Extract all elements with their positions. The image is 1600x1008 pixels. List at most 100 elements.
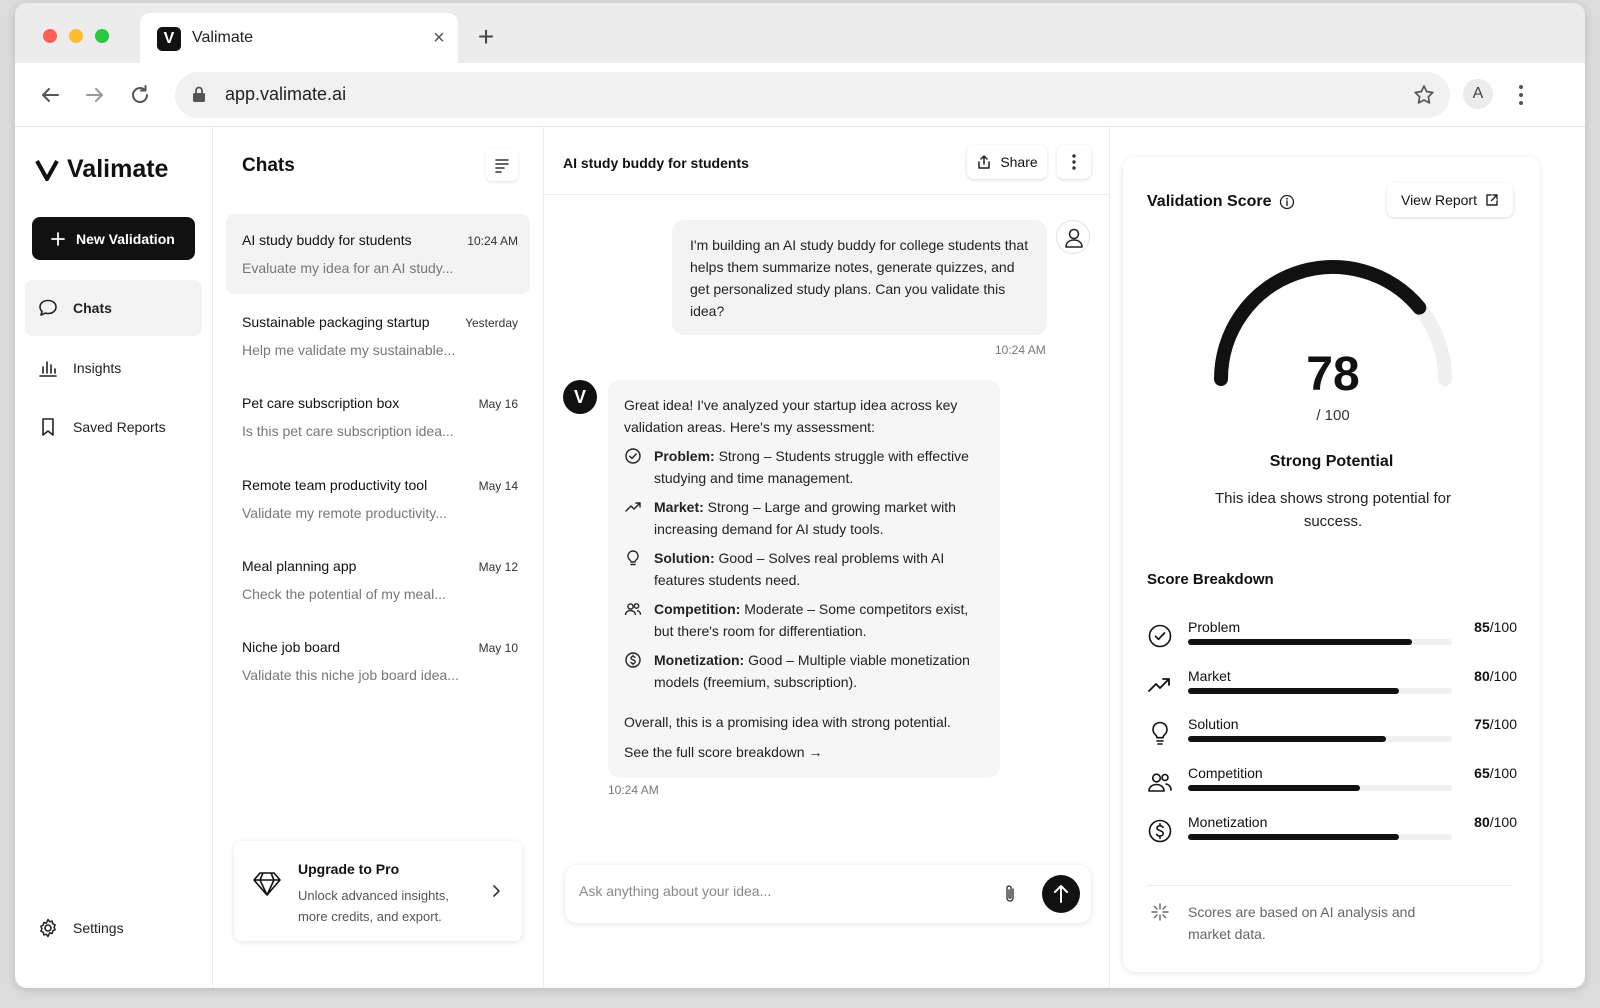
breakdown-row: Market 80/100 — [1147, 664, 1517, 704]
tab-close-icon[interactable]: × — [428, 27, 450, 49]
assessment-label: Market: — [654, 499, 704, 515]
more-vertical-icon — [1072, 154, 1076, 170]
chat-item-time: 10:24 AM — [467, 234, 518, 248]
bookmark-star-icon[interactable] — [1412, 83, 1436, 107]
maximize-window-button[interactable] — [95, 29, 109, 43]
chat-item-time: May 16 — [478, 397, 518, 411]
sidebar-item-settings[interactable]: Settings — [25, 900, 202, 956]
profile-avatar[interactable]: A — [1463, 79, 1493, 109]
breakdown-fill — [1188, 639, 1413, 645]
score-breakdown-link[interactable]: See the full score breakdown → — [624, 741, 984, 763]
forward-arrow-icon[interactable] — [81, 81, 109, 109]
filter-button[interactable] — [486, 149, 518, 181]
browser-toolbar: app.valimate.ai A — [15, 63, 1585, 127]
new-tab-icon[interactable]: + — [473, 23, 499, 51]
bookmark-icon — [37, 416, 59, 438]
send-button[interactable] — [1042, 875, 1080, 913]
breakdown-label: Market — [1188, 668, 1231, 684]
share-label: Share — [1000, 154, 1038, 170]
validation-score-panel: Validation Score View Report 78 / 100 St… — [1123, 157, 1540, 972]
breakdown-fill — [1188, 834, 1400, 840]
validation-score-title: Validation Score — [1147, 193, 1295, 211]
breakdown-row: Solution 75/100 — [1147, 712, 1517, 752]
assessment-item: Solution: Good – Solves real problems wi… — [624, 547, 984, 591]
chat-list-item[interactable]: Niche job board May 10 Validate this nic… — [226, 621, 530, 701]
close-window-button[interactable] — [43, 29, 57, 43]
assessment-label: Monetization: — [654, 652, 745, 668]
chat-list-item[interactable]: Remote team productivity tool May 14 Val… — [226, 459, 530, 539]
sidebar-item-saved-reports[interactable]: Saved Reports — [25, 399, 202, 455]
message-input[interactable] — [579, 883, 979, 899]
plus-icon — [50, 231, 66, 247]
check-circle-icon — [624, 447, 642, 489]
chat-item-title: Meal planning app — [242, 558, 357, 574]
assessment-item: Monetization: Good – Multiple viable mon… — [624, 649, 984, 693]
chat-more-button[interactable] — [1057, 145, 1091, 179]
address-bar[interactable]: app.valimate.ai — [175, 72, 1450, 118]
lock-icon — [191, 85, 207, 103]
users-icon — [1147, 769, 1173, 795]
minimize-window-button[interactable] — [69, 29, 83, 43]
chat-list-item[interactable]: Meal planning app May 12 Check the poten… — [226, 540, 530, 620]
upgrade-card[interactable]: Upgrade to Pro Unlock advanced insights,… — [234, 841, 522, 941]
external-link-icon — [1486, 194, 1498, 206]
back-arrow-icon[interactable] — [36, 81, 64, 109]
breakdown-score: 75/100 — [1474, 716, 1517, 732]
assessment-item: Competition: Moderate – Some competitors… — [624, 598, 984, 642]
divider — [1147, 885, 1513, 886]
trend-up-icon — [1147, 672, 1173, 698]
view-report-button[interactable]: View Report — [1387, 183, 1513, 217]
view-report-label: View Report — [1400, 192, 1477, 208]
browser-tab[interactable]: V Valimate × — [140, 13, 458, 65]
browser-menu-icon[interactable] — [1511, 83, 1531, 107]
breakdown-label: Competition — [1188, 765, 1263, 781]
breakdown-score: 65/100 — [1474, 765, 1517, 781]
score-breakdown-title: Score Breakdown — [1147, 571, 1274, 588]
breakdown-label: Problem — [1188, 619, 1241, 635]
url-text: app.valimate.ai — [225, 84, 347, 104]
gear-icon — [37, 917, 59, 939]
bot-message: Great idea! I've analyzed your startup i… — [608, 380, 1000, 778]
new-validation-button[interactable]: New Validation — [32, 217, 195, 260]
chat-item-title: Remote team productivity tool — [242, 477, 428, 493]
breakdown-track — [1188, 639, 1452, 645]
info-icon[interactable] — [1279, 194, 1295, 210]
breakdown-track — [1188, 785, 1452, 791]
check-circle-icon — [1147, 623, 1173, 649]
bar-chart-icon — [37, 357, 59, 379]
breakdown-track — [1188, 688, 1452, 694]
chat-list-item[interactable]: AI study buddy for students 10:24 AM Eva… — [226, 214, 530, 294]
chat-item-preview: Validate my remote productivity... — [242, 505, 447, 521]
chat-item-time: May 10 — [478, 641, 518, 655]
breakdown-track — [1188, 736, 1452, 742]
user-avatar — [1056, 220, 1090, 254]
chat-item-time: Yesterday — [465, 316, 518, 330]
tab-title: Valimate — [192, 29, 254, 46]
browser-window: V Valimate × + app.valimate.ai A Valimat… — [15, 3, 1585, 988]
lightbulb-icon — [624, 549, 642, 591]
users-icon — [624, 600, 642, 642]
paperclip-icon[interactable] — [1001, 883, 1019, 905]
chat-item-time: May 14 — [478, 479, 518, 493]
logo-text: Valimate — [67, 155, 169, 183]
share-button[interactable]: Share — [967, 145, 1047, 179]
logo-v-icon — [35, 159, 59, 181]
bot-intro: Great idea! I've analyzed your startup i… — [624, 397, 958, 435]
breakdown-label: Monetization — [1188, 814, 1268, 830]
breakdown-fill — [1188, 688, 1400, 694]
message-composer — [565, 865, 1091, 923]
chat-list-item[interactable]: Sustainable packaging startup Yesterday … — [226, 296, 530, 376]
breakdown-row: Monetization 80/100 — [1147, 810, 1517, 850]
settings-label: Settings — [73, 920, 124, 936]
reload-icon[interactable] — [126, 81, 154, 109]
assessment-item: Problem: Strong – Students struggle with… — [624, 445, 984, 489]
sidebar-item-chats[interactable]: Chats — [25, 280, 202, 336]
breakdown-row: Competition 65/100 — [1147, 761, 1517, 801]
sidebar-item-insights[interactable]: Insights — [25, 340, 202, 396]
app-logo[interactable]: Valimate — [35, 155, 168, 184]
chat-list-item[interactable]: Pet care subscription box May 16 Is this… — [226, 377, 530, 457]
score-rating-description: This idea shows strong potential for suc… — [1215, 490, 1451, 530]
chat-header: AI study buddy for students Share — [545, 127, 1109, 195]
assessment-label: Solution: — [654, 550, 715, 566]
score-note: Scores are based on AI analysis and mark… — [1188, 904, 1416, 942]
